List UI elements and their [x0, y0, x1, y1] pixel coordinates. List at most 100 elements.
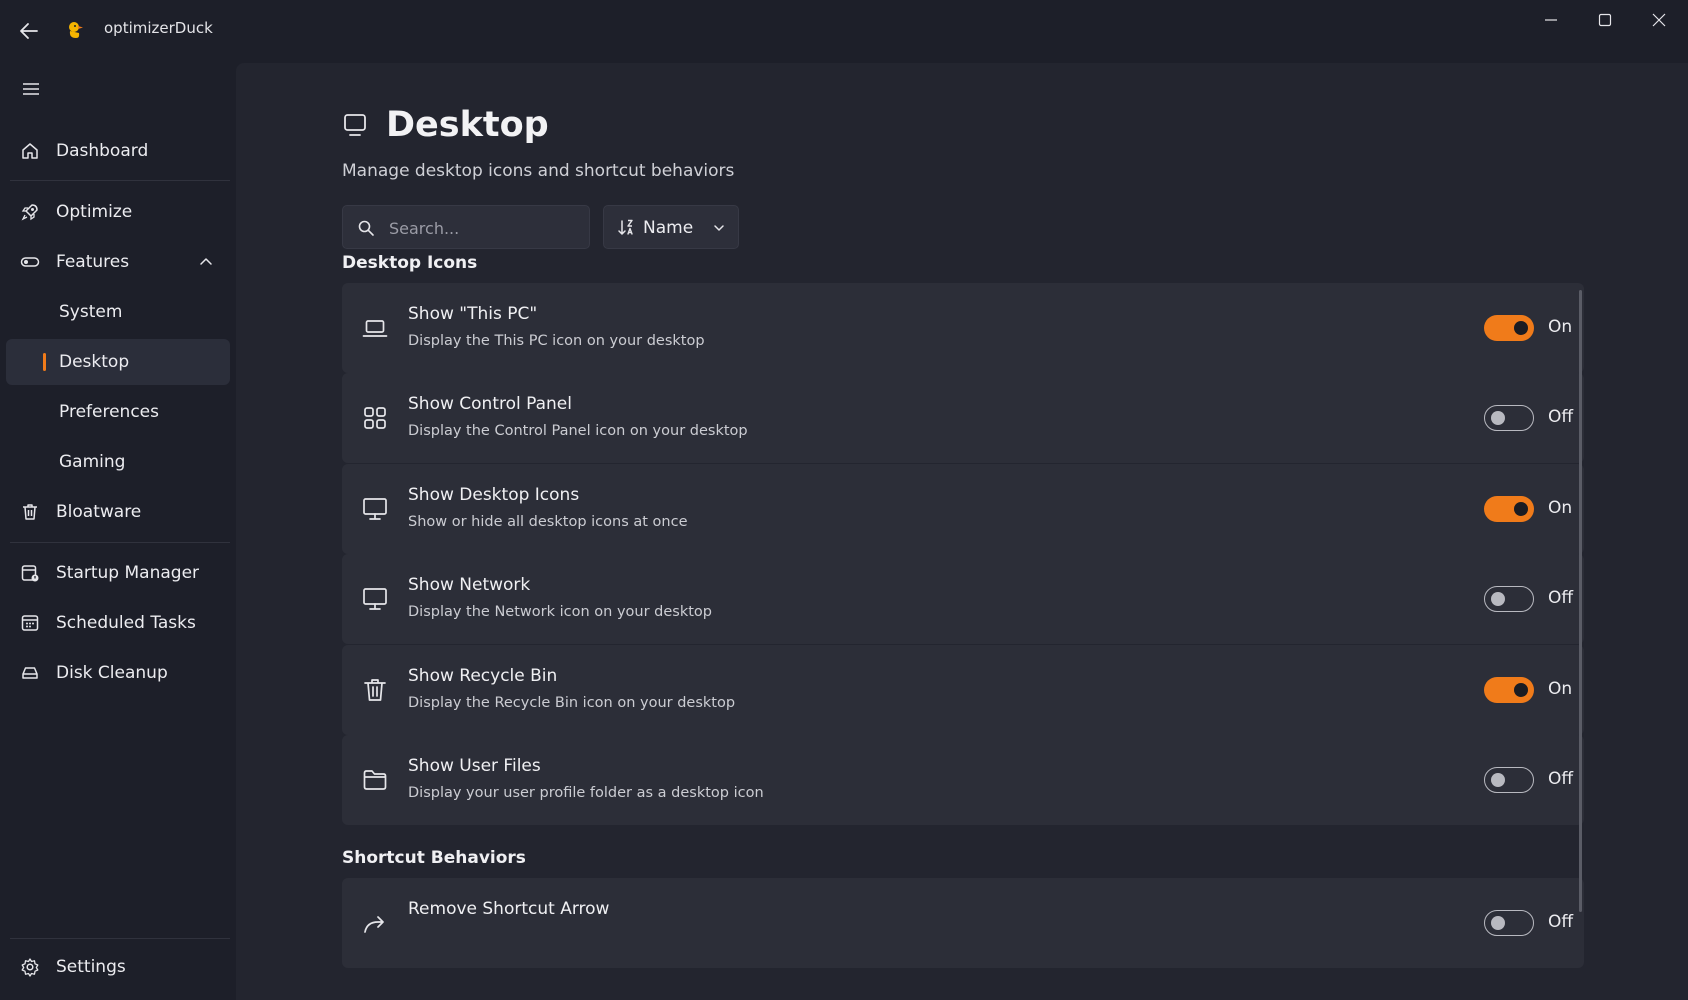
sidebar-item-desktop[interactable]: Desktop [6, 339, 230, 385]
laptop-icon [362, 320, 388, 337]
setting-card-this-pc: Show "This PC" Display the This PC icon … [342, 283, 1584, 373]
sidebar-item-label: Scheduled Tasks [56, 613, 196, 633]
maximize-button[interactable] [1578, 0, 1632, 40]
hamburger-icon [23, 83, 39, 95]
sidebar-item-label: Preferences [59, 402, 159, 422]
grid-icon [364, 407, 386, 429]
toggle-knob [1514, 321, 1528, 335]
setting-description: Show or hide all desktop icons at once [408, 514, 688, 530]
setting-description: Display the This PC icon on your desktop [408, 333, 705, 349]
setting-title: Show Network [408, 575, 531, 595]
sort-icon [618, 219, 633, 235]
maximize-icon [1598, 13, 1612, 27]
sidebar-item-settings[interactable]: Settings [6, 944, 230, 990]
gear-icon [21, 958, 39, 977]
toggle-knob [1491, 591, 1505, 606]
startup-icon [21, 565, 39, 582]
search-icon [358, 220, 374, 236]
trash-icon [23, 504, 37, 520]
sidebar-item-system[interactable]: System [6, 289, 230, 335]
toggle-knob [1514, 683, 1528, 697]
sidebar-item-label: Startup Manager [56, 563, 200, 583]
toggle-state-label: On [1548, 498, 1573, 518]
page-title: Desktop [386, 105, 549, 145]
toggle-switch[interactable] [1484, 586, 1534, 612]
active-indicator [43, 353, 46, 371]
sidebar: Dashboard Optimize Features System Deskt… [0, 58, 236, 1000]
arrow-left-icon [20, 23, 38, 39]
back-button[interactable] [16, 18, 42, 44]
toggle-switch[interactable] [1484, 405, 1534, 431]
sidebar-item-optimize[interactable]: Optimize [6, 189, 230, 235]
drive-icon [22, 667, 38, 679]
minimize-button[interactable] [1524, 0, 1578, 40]
setting-title: Show Recycle Bin [408, 666, 558, 686]
toggle-switch[interactable] [1484, 496, 1534, 522]
setting-card-desktop-icons: Show Desktop Icons Show or hide all desk… [342, 464, 1584, 554]
setting-title: Show User Files [408, 756, 541, 776]
monitor-icon [363, 498, 387, 520]
setting-card-network: Show Network Display the Network icon on… [342, 554, 1584, 644]
toggle-knob [1491, 410, 1505, 425]
sidebar-item-label: System [59, 302, 123, 322]
toggle-state-label: Off [1548, 769, 1574, 789]
toggle-knob [1491, 915, 1505, 930]
sidebar-item-startup-manager[interactable]: Startup Manager [6, 550, 230, 596]
monitor-icon [363, 588, 387, 610]
sort-dropdown[interactable]: Name [603, 205, 739, 249]
sidebar-item-disk-cleanup[interactable]: Disk Cleanup [6, 650, 230, 696]
toggle-state-label: Off [1548, 912, 1574, 932]
chevron-up-icon [200, 258, 212, 265]
content-area: Desktop Manage desktop icons and shortcu… [236, 63, 1688, 1000]
close-button[interactable] [1632, 0, 1686, 40]
sidebar-divider [10, 938, 230, 939]
sidebar-item-label: Optimize [56, 202, 133, 222]
sidebar-item-label: Disk Cleanup [56, 663, 168, 683]
setting-title: Remove Shortcut Arrow [408, 899, 610, 919]
sidebar-item-gaming[interactable]: Gaming [6, 439, 230, 485]
setting-title: Show Desktop Icons [408, 485, 580, 505]
calendar-icon [21, 615, 39, 631]
setting-description: Display your user profile folder as a de… [408, 785, 764, 801]
sidebar-item-features[interactable]: Features [6, 239, 230, 285]
trash-icon [364, 679, 386, 701]
toggle-switch[interactable] [1484, 767, 1534, 793]
setting-description: Display the Recycle Bin icon on your des… [408, 695, 736, 711]
section-title-shortcut-behaviors: Shortcut Behaviors [342, 848, 526, 868]
sidebar-divider [10, 180, 230, 181]
menu-toggle-button[interactable] [18, 76, 44, 102]
toggle-knob [1514, 502, 1528, 516]
sidebar-item-scheduled-tasks[interactable]: Scheduled Tasks [6, 600, 230, 646]
search-input[interactable] [387, 206, 586, 250]
setting-description: Display the Control Panel icon on your d… [408, 423, 748, 439]
setting-title: Show "This PC" [408, 304, 538, 324]
monitor-icon [344, 114, 366, 136]
setting-title: Show Control Panel [408, 394, 572, 414]
home-icon [22, 143, 38, 159]
scrollbar[interactable] [1579, 290, 1582, 912]
sidebar-item-bloatware[interactable]: Bloatware [6, 489, 230, 535]
folder-icon [363, 770, 387, 790]
page-subtitle: Manage desktop icons and shortcut behavi… [342, 161, 735, 181]
toggle-switch[interactable] [1484, 910, 1534, 936]
share-arrow-icon [364, 916, 384, 933]
toggle-switch[interactable] [1484, 315, 1534, 341]
sidebar-item-preferences[interactable]: Preferences [6, 389, 230, 435]
toggle-state-label: Off [1548, 588, 1574, 608]
toggle-state-label: On [1548, 317, 1573, 337]
setting-card-user-files: Show User Files Display your user profil… [342, 735, 1584, 825]
section-title-desktop-icons: Desktop Icons [342, 253, 478, 273]
sidebar-item-label: Gaming [59, 452, 126, 472]
toggle-switch[interactable] [1484, 677, 1534, 703]
chevron-down-icon [714, 225, 724, 231]
duck-logo-icon [64, 19, 86, 41]
sidebar-item-dashboard[interactable]: Dashboard [6, 128, 230, 174]
title-bar: optimizerDuck [0, 0, 1688, 58]
sidebar-item-label: Dashboard [56, 141, 149, 161]
app-title: optimizerDuck [104, 19, 213, 37]
rocket-icon [21, 204, 38, 221]
toggle-state-label: Off [1548, 407, 1574, 427]
toggle-icon [20, 257, 40, 267]
close-icon [1652, 13, 1666, 27]
search-box[interactable] [342, 205, 590, 250]
